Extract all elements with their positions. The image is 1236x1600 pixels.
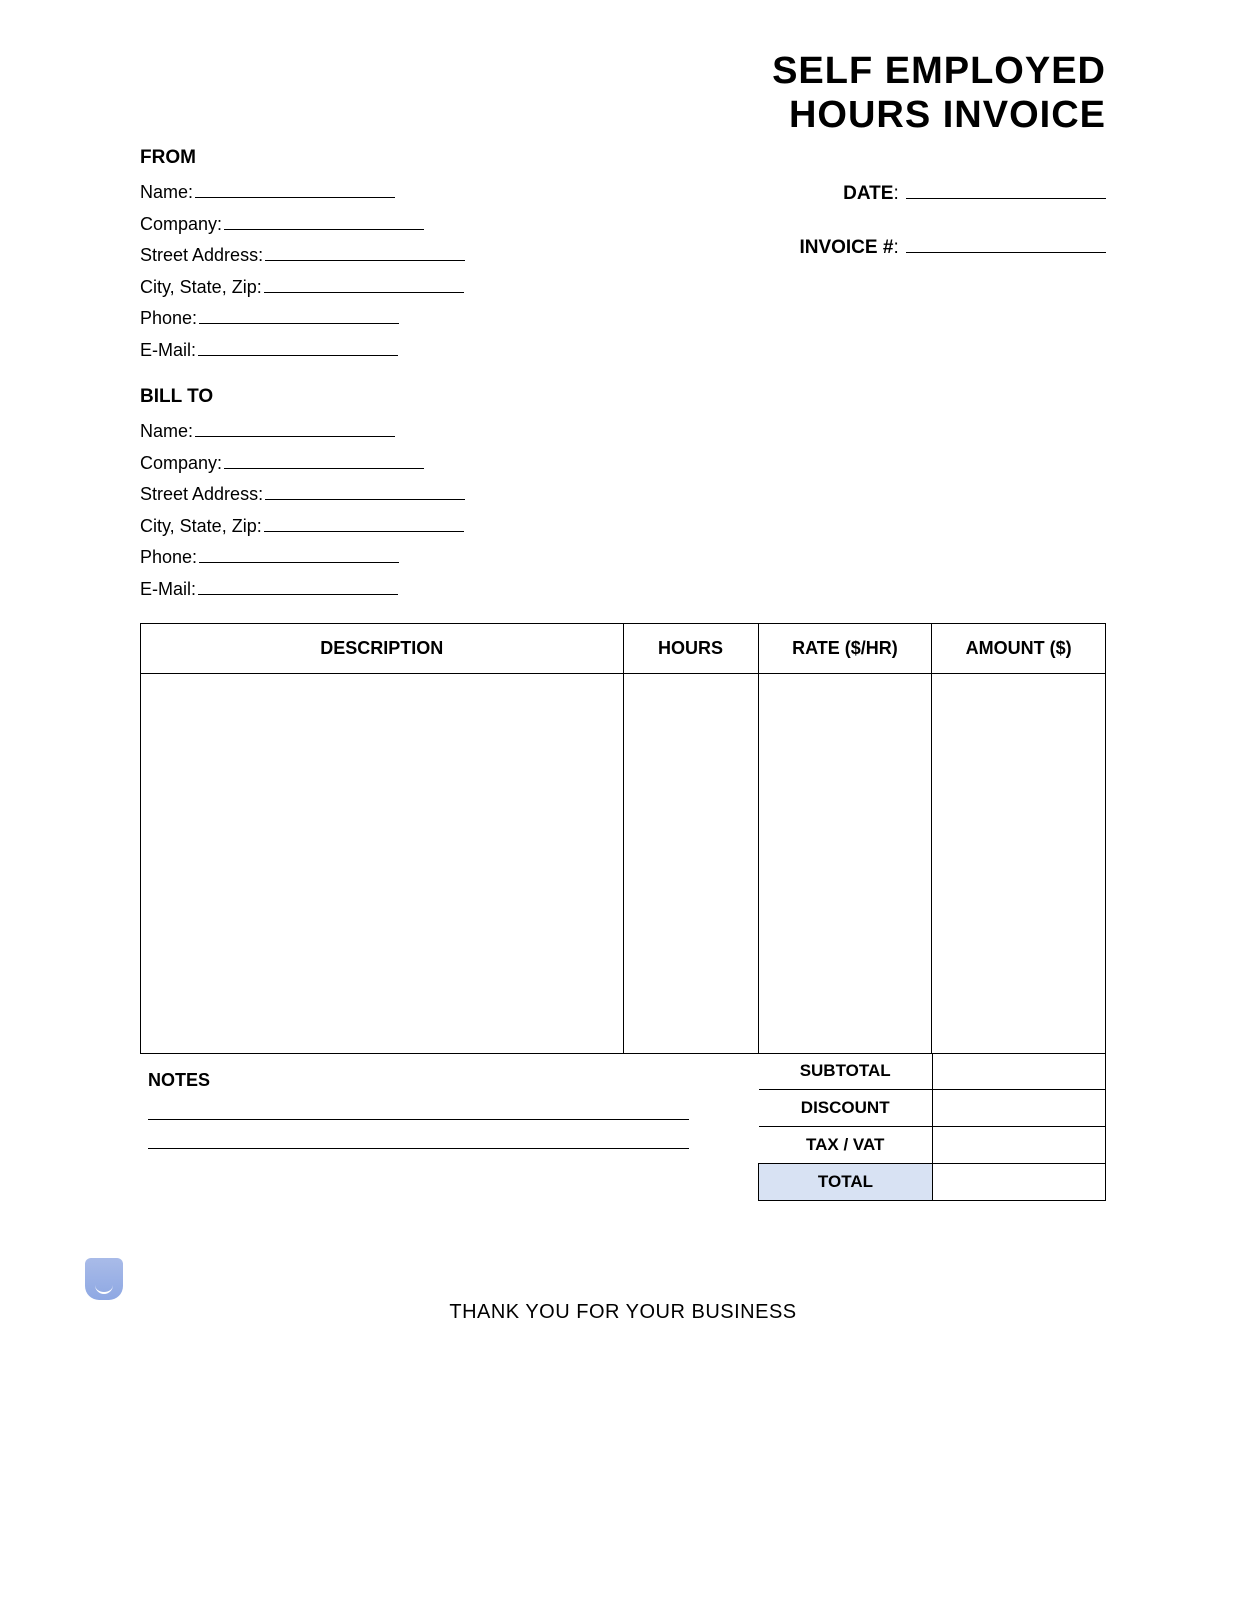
from-name-label: Name: <box>140 182 193 202</box>
from-heading: FROM <box>140 147 465 169</box>
from-company-label: Company: <box>140 214 222 234</box>
billto-name-row: Name: <box>140 416 465 448</box>
table-header-row: DESCRIPTION HOURS RATE ($/HR) AMOUNT ($) <box>141 624 1106 674</box>
from-city-label: City, State, Zip: <box>140 277 262 297</box>
invoice-no-colon: : <box>893 237 898 258</box>
title-line-1: SELF EMPLOYED <box>772 50 1106 92</box>
billto-email-label: E-Mail: <box>140 579 196 599</box>
table-body-row <box>141 674 1106 1054</box>
from-email-row: E-Mail: <box>140 335 465 367</box>
document-title-container: SELF EMPLOYED HOURS INVOICE <box>140 50 1106 137</box>
discount-value[interactable] <box>932 1090 1105 1127</box>
subtotal-row: SUBTOTAL <box>759 1053 1106 1090</box>
from-phone-label: Phone: <box>140 308 197 328</box>
from-company-field[interactable] <box>224 212 424 230</box>
tax-value[interactable] <box>932 1127 1105 1164</box>
notes-line-2[interactable] <box>148 1148 689 1149</box>
smile-icon <box>95 1285 113 1294</box>
footer-message: THANK YOU FOR YOUR BUSINESS <box>140 1301 1106 1324</box>
date-colon: : <box>893 183 898 204</box>
total-row: TOTAL <box>759 1164 1106 1201</box>
billto-city-label: City, State, Zip: <box>140 516 262 536</box>
left-column: FROM Name: Company: Street Address: City… <box>140 147 465 605</box>
billto-phone-row: Phone: <box>140 542 465 574</box>
cell-description[interactable] <box>141 674 624 1054</box>
billto-email-row: E-Mail: <box>140 574 465 606</box>
invoice-no-row: INVOICE #: <box>799 231 1106 264</box>
col-description-header: DESCRIPTION <box>141 624 624 674</box>
col-rate-header: RATE ($/HR) <box>758 624 932 674</box>
from-phone-row: Phone: <box>140 303 465 335</box>
document-title: SELF EMPLOYED HOURS INVOICE <box>772 50 1106 137</box>
totals-table: SUBTOTAL DISCOUNT TAX / VAT TOTAL <box>758 1053 1106 1201</box>
billto-phone-label: Phone: <box>140 547 197 567</box>
line-items-table: DESCRIPTION HOURS RATE ($/HR) AMOUNT ($) <box>140 623 1106 1054</box>
from-email-label: E-Mail: <box>140 340 196 360</box>
col-amount-header: AMOUNT ($) <box>932 624 1106 674</box>
notes-line-1[interactable] <box>148 1119 689 1120</box>
billto-email-field[interactable] <box>198 577 398 595</box>
discount-label: DISCOUNT <box>759 1090 932 1127</box>
billto-phone-field[interactable] <box>199 545 399 563</box>
total-label: TOTAL <box>759 1164 932 1201</box>
billto-street-label: Street Address: <box>140 484 263 504</box>
from-city-field[interactable] <box>264 275 464 293</box>
top-section: FROM Name: Company: Street Address: City… <box>140 147 1106 605</box>
totals-section: SUBTOTAL DISCOUNT TAX / VAT TOTAL <box>758 1053 1106 1201</box>
billto-company-label: Company: <box>140 453 222 473</box>
from-company-row: Company: <box>140 209 465 241</box>
from-email-field[interactable] <box>198 338 398 356</box>
title-line-2: HOURS INVOICE <box>789 94 1106 136</box>
cell-amount[interactable] <box>932 674 1106 1054</box>
from-phone-field[interactable] <box>199 306 399 324</box>
from-section: FROM Name: Company: Street Address: City… <box>140 147 465 366</box>
notes-heading: NOTES <box>148 1070 681 1091</box>
billto-street-row: Street Address: <box>140 479 465 511</box>
billto-name-field[interactable] <box>195 419 395 437</box>
notes-totals-row: NOTES SUBTOTAL DISCOUNT TAX / VAT TOTAL <box>140 1054 1106 1201</box>
date-field[interactable] <box>906 181 1106 199</box>
subtotal-label: SUBTOTAL <box>759 1053 932 1090</box>
from-name-field[interactable] <box>195 180 395 198</box>
cell-hours[interactable] <box>623 674 758 1054</box>
billto-street-field[interactable] <box>265 482 465 500</box>
billto-company-field[interactable] <box>224 451 424 469</box>
subtotal-value[interactable] <box>932 1053 1105 1090</box>
tax-row: TAX / VAT <box>759 1127 1106 1164</box>
billto-city-field[interactable] <box>264 514 464 532</box>
invoice-no-field[interactable] <box>906 235 1106 253</box>
billto-company-row: Company: <box>140 448 465 480</box>
date-row: DATE: <box>799 177 1106 210</box>
billto-heading: BILL TO <box>140 386 465 408</box>
total-value[interactable] <box>932 1164 1105 1201</box>
col-hours-header: HOURS <box>623 624 758 674</box>
invoice-no-label: INVOICE # <box>799 237 893 258</box>
tax-label: TAX / VAT <box>759 1127 932 1164</box>
billto-name-label: Name: <box>140 421 193 441</box>
from-street-label: Street Address: <box>140 245 263 265</box>
meta-section: DATE: INVOICE #: <box>799 177 1106 605</box>
from-street-field[interactable] <box>265 243 465 261</box>
notes-section: NOTES <box>140 1054 681 1201</box>
app-icon <box>85 1258 123 1300</box>
discount-row: DISCOUNT <box>759 1090 1106 1127</box>
cell-rate[interactable] <box>758 674 932 1054</box>
billto-city-row: City, State, Zip: <box>140 511 465 543</box>
from-city-row: City, State, Zip: <box>140 272 465 304</box>
from-name-row: Name: <box>140 177 465 209</box>
date-label: DATE <box>843 183 893 204</box>
billto-section: BILL TO Name: Company: Street Address: C… <box>140 386 465 605</box>
from-street-row: Street Address: <box>140 240 465 272</box>
